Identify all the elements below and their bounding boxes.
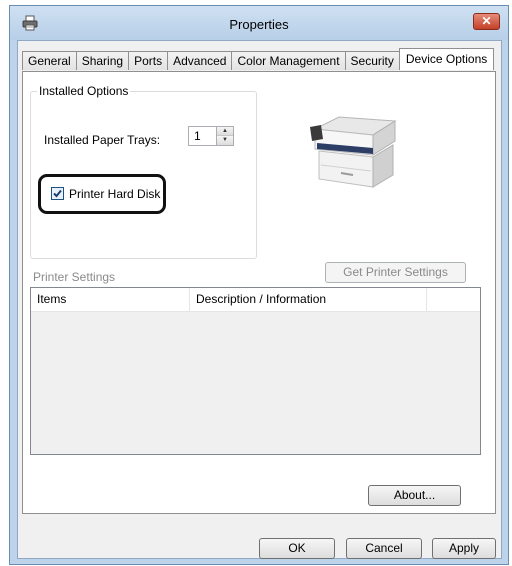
printer-settings-list[interactable]: Items Description / Information <box>30 287 481 455</box>
tab-sharing[interactable]: Sharing <box>75 51 130 70</box>
device-options-panel: Installed Options Installed Paper Trays:… <box>22 71 496 514</box>
hard-disk-label[interactable]: Printer Hard Disk <box>69 187 160 201</box>
highlight-annotation: Printer Hard Disk <box>38 174 166 214</box>
tab-general[interactable]: General <box>22 51 77 70</box>
dialog-client-area: General Sharing Ports Advanced Color Man… <box>17 40 502 559</box>
column-items[interactable]: Items <box>31 288 190 311</box>
tab-security[interactable]: Security <box>344 51 400 70</box>
paper-trays-spinner[interactable]: 1 ▲ ▼ <box>188 126 234 146</box>
paper-trays-value[interactable]: 1 <box>194 129 201 143</box>
title-bar[interactable]: Properties ✕ <box>10 6 508 40</box>
printer-settings-label: Printer Settings <box>33 270 116 284</box>
spinner-buttons: ▲ ▼ <box>216 127 233 145</box>
close-button[interactable]: ✕ <box>473 13 500 30</box>
list-header: Items Description / Information <box>31 288 480 312</box>
spin-down-arrow-icon[interactable]: ▼ <box>217 136 233 145</box>
hard-disk-checkbox[interactable] <box>51 187 64 200</box>
get-printer-settings-button[interactable]: Get Printer Settings <box>325 262 466 283</box>
tab-advanced[interactable]: Advanced <box>167 51 233 70</box>
apply-button[interactable]: Apply <box>432 538 496 559</box>
paper-trays-label: Installed Paper Trays: <box>44 133 161 147</box>
tab-ports[interactable]: Ports <box>128 51 169 70</box>
window-title: Properties <box>229 17 289 32</box>
checkmark-icon <box>53 189 62 198</box>
tab-device-options[interactable]: Device Options <box>398 48 495 70</box>
installed-options-title: Installed Options <box>37 84 131 98</box>
cancel-button[interactable]: Cancel <box>346 538 422 559</box>
column-description[interactable]: Description / Information <box>190 288 427 311</box>
tab-strip: General Sharing Ports Advanced Color Man… <box>22 48 495 70</box>
about-button[interactable]: About... <box>368 485 461 506</box>
spin-up-arrow-icon[interactable]: ▲ <box>217 127 233 136</box>
tab-color-management[interactable]: Color Management <box>231 51 346 70</box>
properties-window: Properties ✕ General Sharing Ports Advan… <box>9 5 509 565</box>
ok-button[interactable]: OK <box>259 538 335 559</box>
installed-options-group: Installed Options Installed Paper Trays:… <box>30 84 257 259</box>
printer-image <box>310 116 397 188</box>
